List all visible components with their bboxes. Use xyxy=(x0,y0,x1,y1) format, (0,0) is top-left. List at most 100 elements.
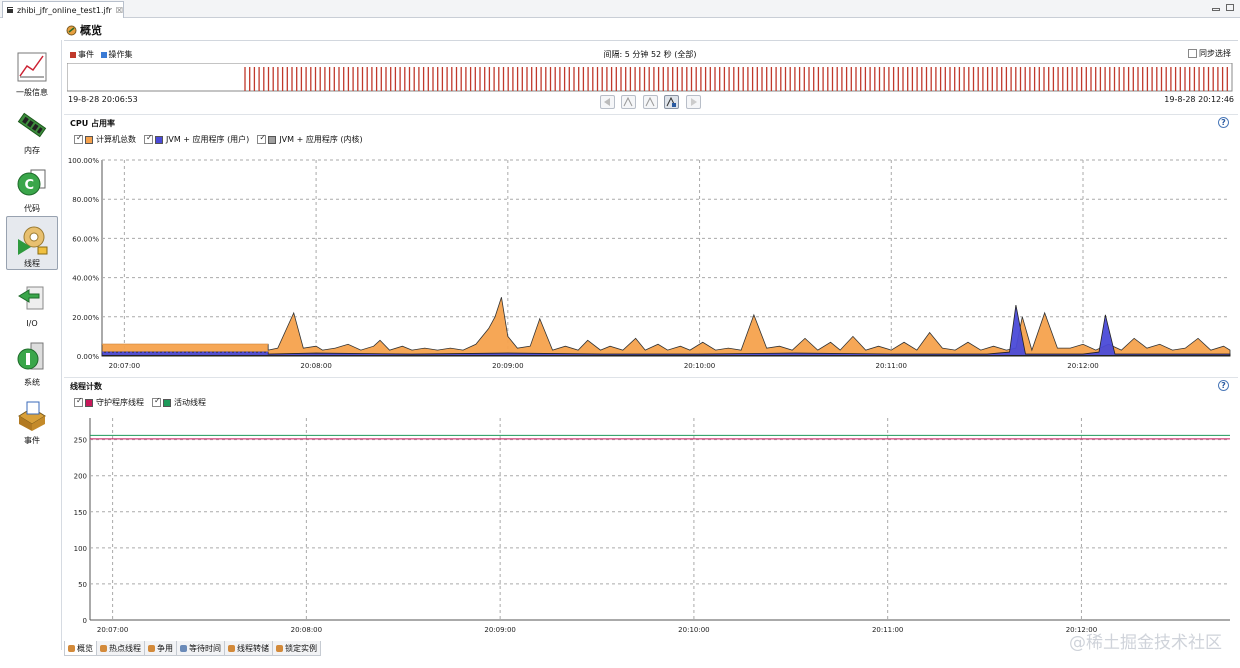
io-icon xyxy=(18,286,44,310)
thread-legend-active[interactable]: 活动线程 xyxy=(152,396,206,408)
sidebar-item-label: 内存 xyxy=(24,146,40,155)
timeline-overview[interactable] xyxy=(67,63,1233,92)
tab-overview[interactable]: 概览 xyxy=(64,641,97,656)
cpu-section-title: CPU 占用率 xyxy=(70,119,116,128)
file-tab-label: zhibi_jfr_online_test1.jfr xyxy=(16,5,112,15)
checkbox[interactable] xyxy=(257,133,267,144)
cpu-series-area xyxy=(101,355,1231,357)
y-tick-label: 100 xyxy=(74,545,87,553)
sync-selection-checkbox[interactable] xyxy=(1188,49,1197,58)
thread-legend: 守护程序线程 活动线程 xyxy=(74,396,206,408)
close-icon[interactable]: ☒ xyxy=(116,6,123,15)
divider xyxy=(64,40,1238,41)
cpu-help-icon[interactable]: ? xyxy=(1218,117,1229,128)
tab-hot-threads[interactable]: 热点线程 xyxy=(96,641,145,656)
x-tick-label: 20:07:00 xyxy=(109,362,140,370)
divider xyxy=(64,114,1238,115)
file-tab[interactable]: zhibi_jfr_online_test1.jfr ☒ xyxy=(2,1,124,18)
general-info-icon xyxy=(17,52,47,82)
zoom-out-button[interactable] xyxy=(643,95,658,109)
code-icon: C xyxy=(17,169,46,196)
zoom-to-start-button[interactable] xyxy=(600,95,615,109)
hot-threads-icon xyxy=(100,644,107,652)
thread-count-chart[interactable]: 250 200 150 100 50 0 20:07:00 20:08:00 20:09:00 2… xyxy=(64,410,1240,640)
overview-icon xyxy=(68,644,75,652)
sidebar-item-events[interactable]: 事件 xyxy=(6,392,58,446)
timeline-start-time: 19-8-28 20:06:53 xyxy=(68,95,138,104)
sidebar-item-system[interactable]: 系统 xyxy=(6,334,58,388)
x-tick-label: 20:09:00 xyxy=(492,362,523,370)
tab-contention[interactable]: 争用 xyxy=(144,641,177,656)
sidebar-item-label: 线程 xyxy=(24,259,40,268)
duration-text: 间隔: 5 分钟 52 秒 (全部) xyxy=(603,50,697,59)
timeline-end-time: 19-8-28 20:12:46 xyxy=(1164,95,1234,104)
tab-latency[interactable]: 等待时间 xyxy=(176,641,225,656)
sync-selection[interactable]: 同步选择 xyxy=(1188,48,1231,59)
sidebar-item-code[interactable]: C 代码 xyxy=(6,160,58,214)
sidebar-item-io[interactable]: I/O xyxy=(6,276,58,330)
bottom-tab-bar: 概览 热点线程 争用 等待时间 线程转储 锁定实例 xyxy=(64,641,321,657)
x-tick-label: 20:07:00 xyxy=(97,626,128,634)
thread-help-icon[interactable]: ? xyxy=(1218,380,1229,391)
y-tick-label: 0.00% xyxy=(77,353,100,361)
sidebar-item-label: 事件 xyxy=(24,436,40,445)
sidebar-item-memory[interactable]: 内存 xyxy=(6,102,58,156)
events-icon xyxy=(18,401,46,431)
x-tick-label: 20:08:00 xyxy=(291,626,322,634)
checkbox[interactable] xyxy=(74,396,83,407)
y-tick-label: 40.00% xyxy=(72,275,99,283)
sidebar-item-general[interactable]: 一般信息 xyxy=(6,44,58,98)
thread-dumps-icon xyxy=(228,644,235,652)
minimize-button[interactable] xyxy=(1212,8,1220,11)
y-tick-label: 150 xyxy=(74,509,87,517)
svg-text:C: C xyxy=(25,178,35,193)
show-all-icon xyxy=(666,96,676,107)
overview-icon xyxy=(66,25,77,35)
x-tick-label: 20:09:00 xyxy=(484,626,515,634)
sidebar-item-label: 代码 xyxy=(24,204,40,213)
sync-selection-label: 同步选择 xyxy=(1199,49,1231,58)
y-tick-label: 50 xyxy=(78,581,87,589)
tab-lock-instances[interactable]: 锁定实例 xyxy=(272,641,321,656)
checkbox[interactable] xyxy=(152,396,161,407)
jfr-file-icon xyxy=(7,7,13,13)
x-tick-label: 20:11:00 xyxy=(876,362,907,370)
total-swatch xyxy=(85,135,93,144)
window-controls xyxy=(1212,4,1234,11)
arrow-left-icon xyxy=(604,98,610,106)
thread-section-title: 线程计数 xyxy=(70,382,102,391)
tab-thread-dumps[interactable]: 线程转储 xyxy=(224,641,273,656)
sidebar-item-label: 系统 xyxy=(24,378,40,387)
x-tick-label: 20:10:00 xyxy=(684,362,715,370)
lock-instances-icon xyxy=(276,644,283,652)
active-swatch xyxy=(163,398,171,407)
user-swatch xyxy=(155,135,163,144)
cpu-legend-kernel[interactable]: JVM + 应用程序 (内核) xyxy=(257,133,363,145)
sidebar-item-threads[interactable]: 线程 xyxy=(6,216,58,270)
y-tick-label: 20.00% xyxy=(72,314,99,322)
divider xyxy=(64,377,1238,378)
zoom-to-end-button[interactable] xyxy=(686,95,701,109)
cpu-usage-chart[interactable]: 100.00% 80.00% 60.00% 40.00% 20.00% 0.00% 20:0… xyxy=(64,148,1240,376)
timeline-legend: 事件 操作集 xyxy=(70,49,133,60)
zoom-in-button[interactable] xyxy=(621,95,636,109)
maximize-button[interactable] xyxy=(1226,4,1234,11)
watermark: @稀土掘金技术社区 xyxy=(1069,633,1222,653)
cpu-legend-total[interactable]: 计算机总数 xyxy=(74,133,136,145)
contention-icon xyxy=(148,644,155,652)
y-tick-label: 0 xyxy=(83,617,87,625)
cpu-legend-user[interactable]: JVM + 应用程序 (用户) xyxy=(144,133,249,145)
checkbox[interactable] xyxy=(74,133,83,144)
thread-legend-daemon[interactable]: 守护程序线程 xyxy=(74,396,144,408)
editor-tab-bar: zhibi_jfr_online_test1.jfr ☒ xyxy=(0,0,1240,18)
y-tick-label: 60.00% xyxy=(72,235,99,243)
system-icon xyxy=(17,342,44,370)
sidebar-item-label: I/O xyxy=(26,319,38,328)
daemon-swatch xyxy=(85,398,93,407)
y-tick-label: 200 xyxy=(74,473,87,481)
checkbox[interactable] xyxy=(144,133,153,144)
cpu-series-area xyxy=(101,297,1231,357)
show-all-button[interactable] xyxy=(664,95,679,109)
x-tick-label: 20:08:00 xyxy=(300,362,331,370)
y-tick-label: 250 xyxy=(74,437,87,445)
